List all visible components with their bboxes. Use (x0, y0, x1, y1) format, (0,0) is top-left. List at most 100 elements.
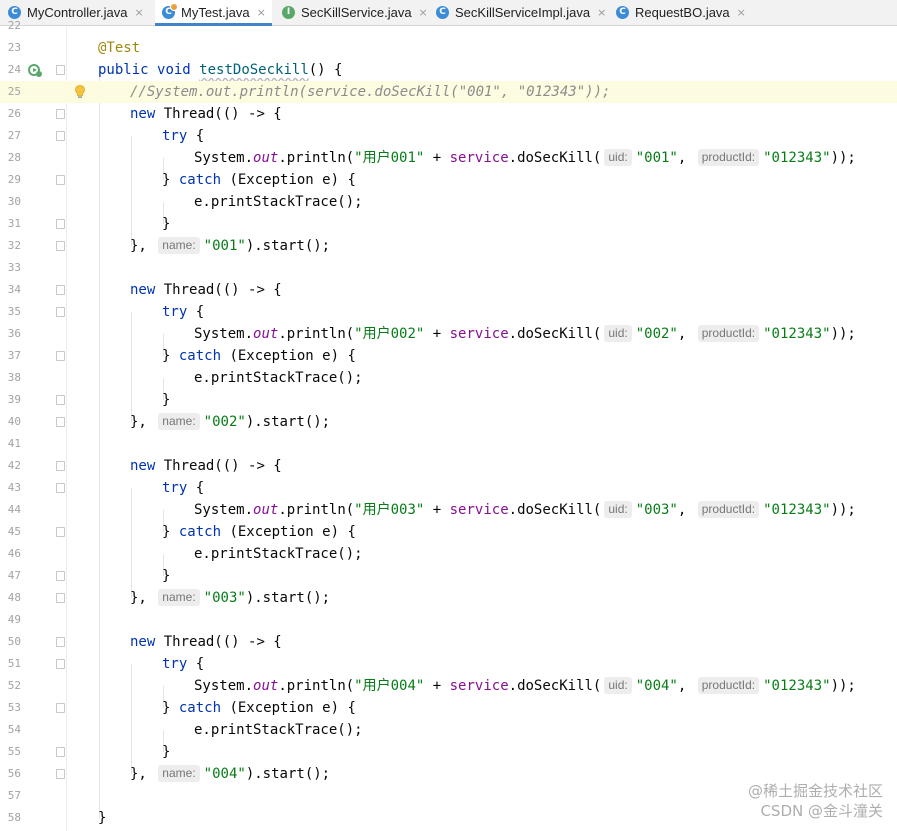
intention-bulb-icon[interactable] (72, 84, 88, 100)
code-token: }, (130, 766, 147, 782)
fold-marker[interactable] (56, 219, 65, 229)
parameter-hint: name: (158, 413, 200, 430)
keyword: try (162, 480, 188, 496)
line-number: 28 (7, 151, 21, 164)
line-number: 23 (7, 41, 21, 54)
fold-marker[interactable] (56, 131, 65, 141)
fold-marker[interactable] (56, 659, 65, 669)
line-number: 43 (7, 481, 21, 494)
code-text: System.out.println("用户003" + service.doS… (194, 499, 856, 521)
keyword: catch (178, 700, 222, 716)
fold-marker[interactable] (56, 703, 65, 713)
code-token: , (677, 678, 687, 694)
fold-marker[interactable] (56, 747, 65, 757)
code-token: } (162, 524, 179, 540)
code-text: } catch (Exception e) { (162, 345, 356, 367)
line-number: 52 (7, 679, 21, 692)
code-line: 41 (0, 433, 897, 455)
code-token: + (424, 326, 450, 342)
code-token: , (677, 326, 687, 342)
line-number: 56 (7, 767, 21, 780)
line-number: 25 (7, 85, 21, 98)
static-field: out (253, 326, 279, 342)
code-text: new Thread(() -> { (130, 103, 282, 125)
code-line: 35 try { (0, 301, 897, 323)
code-text: System.out.println("用户004" + service.doS… (194, 675, 856, 697)
fold-marker[interactable] (56, 65, 65, 75)
code-token: } (162, 744, 171, 760)
code-token: e.printStackTrace(); (194, 722, 363, 738)
code-token: (Exception e) { (221, 172, 356, 188)
code-text: new Thread(() -> { (130, 631, 282, 653)
line-number: 40 (7, 415, 21, 428)
code-text: } catch (Exception e) { (162, 169, 356, 191)
keyword: new (130, 106, 156, 122)
line-number: 44 (7, 503, 21, 516)
fold-marker[interactable] (56, 351, 65, 361)
parameter-hint: productId: (697, 677, 760, 694)
fold-marker[interactable] (56, 417, 65, 427)
code-token: (Exception e) { (221, 524, 356, 540)
line-number: 24 (7, 63, 21, 76)
fold-marker[interactable] (56, 307, 65, 317)
code-text: try { (162, 301, 204, 323)
fold-marker[interactable] (56, 109, 65, 119)
code-token: }, (130, 414, 147, 430)
code-text: }, name: "001").start(); (130, 235, 330, 257)
fold-marker[interactable] (56, 395, 65, 405)
fold-marker[interactable] (56, 527, 65, 537)
code-editor[interactable]: 22 23 @Test 24 public void testDoSeckill… (0, 19, 897, 831)
line-number: 42 (7, 459, 21, 472)
code-text: }, name: "002").start(); (130, 411, 330, 433)
fold-marker[interactable] (56, 285, 65, 295)
code-token: } (162, 392, 171, 408)
fold-marker[interactable] (56, 571, 65, 581)
run-test-gutter-icon[interactable] (27, 62, 43, 78)
watermark-line: CSDN @金斗潼关 (760, 802, 883, 820)
fold-marker[interactable] (56, 769, 65, 779)
code-token: }, (130, 238, 147, 254)
code-line: 54 e.printStackTrace(); (0, 719, 897, 741)
code-line: 44 System.out.println("用户003" + service.… (0, 499, 897, 521)
method-name: testDoSeckill (199, 62, 309, 78)
fold-marker[interactable] (56, 461, 65, 471)
watermark: @稀土掘金技术社区 CSDN @金斗潼关 (748, 781, 883, 821)
code-text: } (162, 565, 170, 587)
code-token: System. (194, 150, 254, 166)
line-number: 37 (7, 349, 21, 362)
code-token: Thread(() -> { (163, 282, 282, 298)
line-number: 26 (7, 107, 21, 120)
code-token: Thread(() -> { (163, 106, 282, 122)
code-line: 53 } catch (Exception e) { (0, 697, 897, 719)
code-text: }, name: "003").start(); (130, 587, 330, 609)
line-number: 46 (7, 547, 21, 560)
fold-marker[interactable] (56, 483, 65, 493)
line-number: 45 (7, 525, 21, 538)
fold-marker[interactable] (56, 175, 65, 185)
parameter-hint: productId: (697, 325, 760, 342)
code-text: } (162, 741, 170, 763)
line-number: 29 (7, 173, 21, 186)
field: service (449, 326, 509, 342)
code-line: 38 e.printStackTrace(); (0, 367, 897, 389)
line-number: 50 (7, 635, 21, 648)
code-text: e.printStackTrace(); (194, 719, 363, 741)
line-number: 58 (7, 811, 21, 824)
code-token: } (162, 216, 171, 232)
line-number: 48 (7, 591, 21, 604)
code-token: )); (830, 150, 856, 166)
line-number: 41 (7, 437, 21, 450)
code-line: 28 System.out.println("用户001" + service.… (0, 147, 897, 169)
fold-marker[interactable] (56, 593, 65, 603)
code-line: 31 } (0, 213, 897, 235)
code-text: new Thread(() -> { (130, 279, 282, 301)
code-text: new Thread(() -> { (130, 455, 282, 477)
keyword: new (130, 458, 156, 474)
code-line: 51 try { (0, 653, 897, 675)
fold-marker[interactable] (56, 241, 65, 251)
code-line: 47 } (0, 565, 897, 587)
string-literal: "001" (203, 238, 246, 254)
code-token: )); (830, 678, 856, 694)
code-token: }, (130, 590, 147, 606)
fold-marker[interactable] (56, 637, 65, 647)
